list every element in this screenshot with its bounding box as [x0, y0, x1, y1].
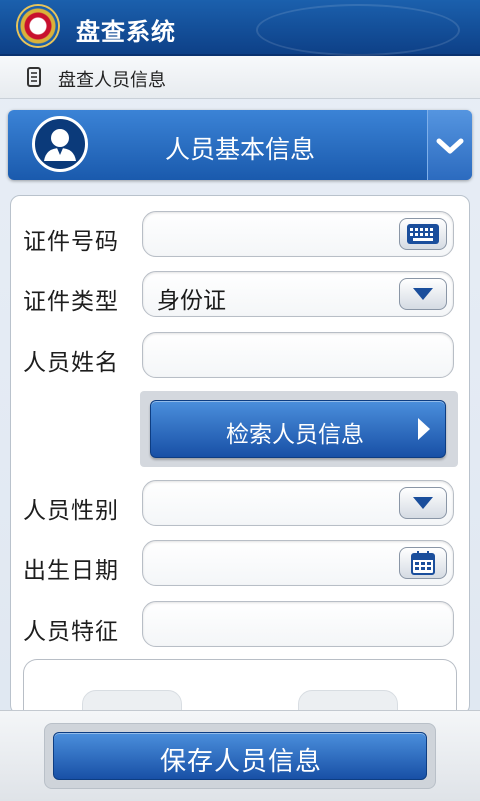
calendar-button[interactable] [399, 547, 447, 579]
police-emblem-icon [18, 6, 58, 46]
id-number-field[interactable] [142, 211, 454, 257]
save-person-button[interactable]: 保存人员信息 [53, 732, 427, 780]
app-title: 盘查系统 [76, 18, 176, 46]
keyboard-button[interactable] [399, 218, 447, 250]
gender-dropdown-button[interactable] [399, 487, 447, 519]
id-type-select[interactable]: 身份证 [142, 271, 454, 317]
id-type-label: 证件类型 [23, 289, 119, 315]
section-title: 人员基本信息 [164, 135, 315, 164]
save-person-label: 保存人员信息 [159, 747, 322, 777]
collapse-button[interactable] [427, 110, 472, 180]
calendar-icon [411, 551, 435, 575]
section-header[interactable]: 人员基本信息 [8, 110, 472, 180]
features-label: 人员特征 [23, 619, 119, 645]
birth-date-label: 出生日期 [23, 558, 119, 584]
document-icon [27, 67, 41, 87]
title-bar-decoration [256, 4, 460, 56]
id-number-label: 证件号码 [23, 229, 119, 255]
name-field[interactable] [142, 332, 454, 378]
id-type-dropdown-button[interactable] [399, 278, 447, 310]
dropdown-arrow-icon [413, 288, 433, 300]
search-person-label: 检索人员信息 [226, 422, 364, 448]
dropdown-arrow-icon [413, 497, 433, 509]
keyboard-icon [407, 224, 439, 244]
search-person-button[interactable]: 检索人员信息 [150, 400, 446, 458]
name-label: 人员姓名 [23, 350, 119, 376]
features-field[interactable] [142, 601, 454, 647]
bottom-bar: 保存人员信息 [0, 710, 480, 801]
breadcrumb: 盘查人员信息 [0, 56, 480, 99]
save-button-frame: 保存人员信息 [44, 723, 436, 789]
search-button-frame: 检索人员信息 [140, 391, 458, 467]
title-bar: 盘查系统 [0, 0, 480, 56]
id-type-value: 身份证 [157, 288, 226, 314]
birth-date-field[interactable] [142, 540, 454, 586]
chevron-down-icon [436, 138, 464, 154]
breadcrumb-label: 盘查人员信息 [58, 70, 166, 91]
gender-label: 人员性别 [23, 498, 119, 524]
play-arrow-icon [418, 418, 430, 440]
gender-select[interactable] [142, 480, 454, 526]
